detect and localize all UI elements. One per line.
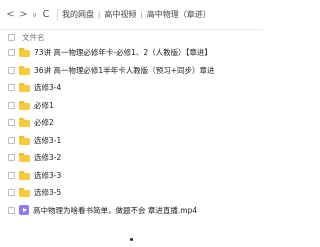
list-item[interactable]: 73讲 高一物理必修年卡-必修1、2（人教版）【章进】 (0, 44, 263, 62)
row-checkbox[interactable] (8, 101, 15, 109)
chevron-down-icon: ∨ (31, 10, 38, 19)
file-list: 73讲 高一物理必修年卡-必修1、2（人教版）【章进】 36讲 高一物理必修1半年… (0, 44, 263, 219)
row-checkbox[interactable] (8, 154, 15, 162)
file-name[interactable]: 选修3-5 (34, 187, 61, 198)
refresh-icon: C (42, 9, 50, 20)
history-dropdown[interactable]: ∨ (30, 11, 39, 19)
file-name[interactable]: 必修1 (34, 100, 54, 111)
file-name[interactable]: 必修2 (34, 117, 54, 128)
refresh-button[interactable]: C (39, 9, 53, 20)
chevron-right-icon: > (19, 9, 28, 20)
list-header: 文件名 (0, 30, 263, 44)
toolbar: < > ∨ C 我的网盘 | 高中视频 | 高中物理（章进） (0, 0, 263, 30)
breadcrumb-item[interactable]: 我的网盘 (62, 9, 94, 20)
chevron-left-icon: < (6, 9, 15, 20)
list-item[interactable]: 高中物理为啥看书简单，做题不会 章进直播.mp4 (0, 202, 263, 220)
list-item[interactable]: 选修3-5 (0, 184, 263, 202)
list-item[interactable]: 选修3-3 (0, 167, 263, 185)
folder-icon (19, 100, 30, 110)
folder-icon (19, 188, 30, 198)
row-checkbox[interactable] (8, 206, 15, 214)
row-checkbox[interactable] (8, 84, 15, 92)
list-item[interactable]: 36讲 高一物理必修1半年卡人教版（预习+同步）章进 (0, 62, 263, 80)
list-item[interactable]: 必修1 (0, 97, 263, 115)
page-indicator-dot (130, 238, 133, 241)
row-checkbox[interactable] (8, 49, 15, 57)
row-checkbox[interactable] (8, 189, 15, 197)
video-file-icon (19, 205, 29, 216)
row-checkbox[interactable] (8, 171, 15, 179)
file-name[interactable]: 选修3-4 (34, 82, 61, 93)
forward-button[interactable]: > (17, 0, 30, 30)
list-item[interactable]: 必修2 (0, 114, 263, 132)
select-all-checkbox[interactable] (8, 33, 15, 41)
column-header-filename[interactable]: 文件名 (22, 32, 45, 43)
folder-icon (19, 153, 30, 163)
folder-icon (19, 118, 30, 128)
list-item[interactable]: 选修3-1 (0, 132, 263, 150)
back-button[interactable]: < (4, 0, 17, 30)
folder-icon (19, 83, 30, 93)
breadcrumb: 我的网盘 | 高中视频 | 高中物理（章进） (62, 9, 211, 20)
breadcrumb-separator-icon: | (98, 10, 101, 19)
list-item[interactable]: 选修3-2 (0, 149, 263, 167)
breadcrumb-separator-icon: | (140, 10, 143, 19)
row-checkbox[interactable] (8, 136, 15, 144)
divider (57, 8, 58, 21)
folder-icon (19, 48, 30, 58)
breadcrumb-item[interactable]: 高中物理（章进） (147, 9, 211, 20)
breadcrumb-item[interactable]: 高中视频 (104, 9, 136, 20)
folder-icon (19, 170, 30, 180)
file-name[interactable]: 选修3-3 (34, 170, 61, 181)
file-name[interactable]: 高中物理为啥看书简单，做题不会 章进直播.mp4 (33, 205, 197, 216)
row-checkbox[interactable] (8, 66, 15, 74)
folder-icon (19, 65, 30, 75)
file-name[interactable]: 73讲 高一物理必修年卡-必修1、2（人教版）【章进】 (34, 47, 212, 58)
row-checkbox[interactable] (8, 119, 15, 127)
file-name[interactable]: 36讲 高一物理必修1半年卡人教版（预习+同步）章进 (34, 65, 214, 76)
file-name[interactable]: 选修3-1 (34, 135, 61, 146)
file-name[interactable]: 选修3-2 (34, 152, 61, 163)
list-item[interactable]: 选修3-4 (0, 79, 263, 97)
folder-icon (19, 135, 30, 145)
